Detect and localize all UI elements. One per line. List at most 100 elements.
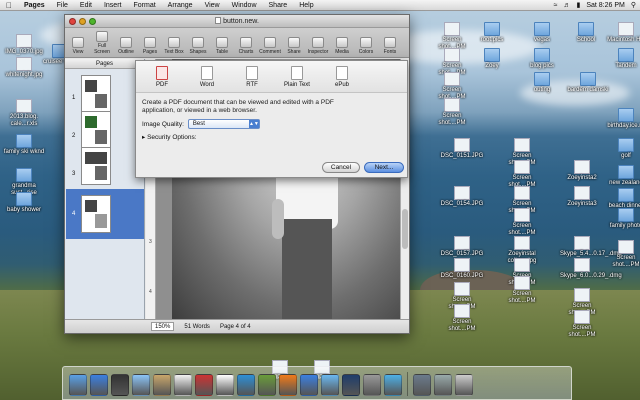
desktop-icon[interactable]: Zoeyinsta2 (560, 160, 604, 182)
menu-pages[interactable]: Pages (18, 2, 51, 9)
wordpress-icon[interactable] (237, 374, 255, 396)
image-quality-select[interactable]: Best ▲▼ (187, 119, 260, 129)
desktop-icon[interactable]: new zealand (604, 165, 640, 187)
desktop-icon[interactable]: birthday.ice.rd (604, 108, 640, 130)
ituns-icon[interactable] (321, 374, 339, 396)
desktop-icon[interactable]: baby shower (2, 192, 46, 214)
export-tab-pdf[interactable]: PDF (142, 66, 182, 92)
toolbar-text-box-button[interactable]: Text Box (163, 37, 185, 55)
toolbar-inspector-button[interactable]: Inspector (307, 37, 329, 55)
desktop-icon[interactable]: Screen shot....PM (500, 276, 544, 305)
desktop-icon[interactable]: outing (520, 72, 564, 94)
desktop-icon[interactable]: Skype_6.0...0.29_.dmg (560, 258, 622, 280)
desktop-icon[interactable]: Macintosh HD (604, 22, 640, 44)
spotlight-icon[interactable]: ⚲ (631, 1, 636, 9)
toolbar-share-button[interactable]: Share (283, 37, 305, 55)
trash-icon[interactable] (455, 374, 473, 396)
page-thumbnail-4[interactable] (81, 195, 111, 233)
app-store-icon[interactable] (90, 374, 108, 396)
desktop-icon[interactable]: Skype_5.4...0.17_.dmg (560, 236, 622, 258)
menu-insert[interactable]: Insert (98, 2, 128, 9)
toolbar-pages-button[interactable]: Pages (139, 37, 161, 55)
desktop-icon[interactable]: blog pics (520, 48, 564, 70)
desktop-icon[interactable]: Zoeyinsta3 (560, 186, 604, 208)
contacts-icon[interactable] (153, 374, 171, 396)
desktop-icon[interactable]: Screen shot....PM (430, 72, 474, 101)
photoshop-icon[interactable] (342, 374, 360, 396)
toolbar-view-button[interactable]: View (67, 37, 89, 55)
export-tab-word[interactable]: Word (187, 66, 227, 92)
dashboard-icon[interactable] (111, 374, 129, 396)
desktop-icon[interactable]: DSC_0151.JPG (440, 138, 484, 160)
pages-icon[interactable] (174, 374, 192, 396)
desktop-icon[interactable]: Zoey (470, 48, 514, 70)
export-tab-epub[interactable]: ePub (322, 66, 362, 92)
finder-icon[interactable] (69, 374, 87, 396)
menu-arrange[interactable]: Arrange (162, 2, 199, 9)
preview-icon[interactable] (300, 374, 318, 396)
desktop-icon[interactable]: Screen shot....PM (500, 208, 544, 237)
toolbar-full-screen-button[interactable]: Full Screen (91, 31, 113, 55)
menu-view[interactable]: View (199, 2, 226, 9)
export-tab-plain-text[interactable]: Plain Text (277, 66, 317, 92)
desktop-icon[interactable]: DSC_0157.JPG (440, 236, 484, 258)
photo-booth-icon[interactable] (195, 374, 213, 396)
documents-icon[interactable] (434, 374, 452, 396)
toolbar-shapes-button[interactable]: Shapes (187, 37, 209, 55)
desktop-icon[interactable]: DSC_0154.JPG (440, 186, 484, 208)
desktop-icon[interactable]: Tandem (604, 48, 640, 70)
wifi-icon[interactable]: ≈ (554, 2, 558, 9)
desktop-icon[interactable]: Screen shot....PM (440, 304, 484, 333)
desktop-icon[interactable]: family photo (604, 208, 640, 230)
desktop-icon[interactable]: family ski wknd (2, 134, 46, 156)
apple-menu-icon[interactable]:  (0, 1, 18, 10)
export-tab-label: Word (199, 82, 215, 88)
page-thumbnail-2[interactable] (81, 111, 111, 149)
skype-icon[interactable] (384, 374, 402, 396)
menu-edit[interactable]: Edit (74, 2, 98, 9)
firefox-icon[interactable] (279, 374, 297, 396)
volume-icon[interactable]: ♬ (563, 2, 570, 9)
desktop-icon[interactable]: Screen shot....PM (430, 98, 474, 127)
desktop-icon[interactable]: beach dinner (604, 188, 640, 210)
toolbar-table-button[interactable]: Table (211, 37, 233, 55)
cancel-button[interactable]: Cancel (322, 162, 360, 173)
iphoto-icon[interactable] (258, 374, 276, 396)
desktop-icon[interactable]: Screen shot....PM (604, 240, 640, 269)
toolbar-media-button[interactable]: Media (331, 37, 353, 55)
desktop-icon[interactable]: golf (604, 138, 640, 160)
menu-file[interactable]: File (51, 2, 74, 9)
desktop-icon[interactable]: Screen shot....PM (430, 22, 474, 51)
clock[interactable]: Sat 8:26 PM (586, 2, 625, 9)
toolbar-comment-button[interactable]: Comment (259, 37, 281, 55)
next-button[interactable]: Next... (364, 162, 404, 173)
ical-icon[interactable] (216, 374, 234, 396)
zoom-select[interactable]: 150% (151, 322, 175, 331)
menu-help[interactable]: Help (293, 2, 319, 9)
toolbar-charts-button[interactable]: Charts (235, 37, 257, 55)
export-tab-label: RTF (246, 82, 258, 88)
toolbar-outline-button[interactable]: Outline (115, 37, 137, 55)
menu-format[interactable]: Format (127, 2, 161, 9)
desktop-icon[interactable]: DSC_0160.JPG (440, 258, 484, 280)
battery-icon[interactable]: ▮ (576, 1, 580, 9)
desktop-icon[interactable]: vegas (520, 22, 564, 44)
security-options-disclosure[interactable]: ▸ Security Options: (136, 129, 407, 141)
desktop-icon[interactable]: Screen shot....PM (500, 160, 544, 189)
toolbar-fonts-button[interactable]: Fonts (379, 37, 401, 55)
window-titlebar[interactable]: button.new. (65, 15, 409, 28)
page-thumbnail-3[interactable] (81, 147, 111, 185)
page-thumbnail-1[interactable] (81, 75, 111, 113)
desktop-icon[interactable]: School (564, 22, 608, 44)
menu-window[interactable]: Window (226, 2, 263, 9)
export-tab-rtf[interactable]: RTF (232, 66, 272, 92)
desktop-icon[interactable]: 2013.blog. cale...r.xls (2, 99, 46, 128)
desktop-icon[interactable]: bardem damski (566, 72, 610, 94)
menu-share[interactable]: Share (263, 2, 294, 9)
desktop-icon[interactable]: Screen shot....PM (560, 310, 604, 339)
ichat-icon[interactable] (132, 374, 150, 396)
toolbar-colors-button[interactable]: Colors (355, 37, 377, 55)
system-preferences-icon[interactable] (363, 374, 381, 396)
downloads-icon[interactable] (413, 374, 431, 396)
desktop-icon[interactable]: root.pics (470, 22, 514, 44)
